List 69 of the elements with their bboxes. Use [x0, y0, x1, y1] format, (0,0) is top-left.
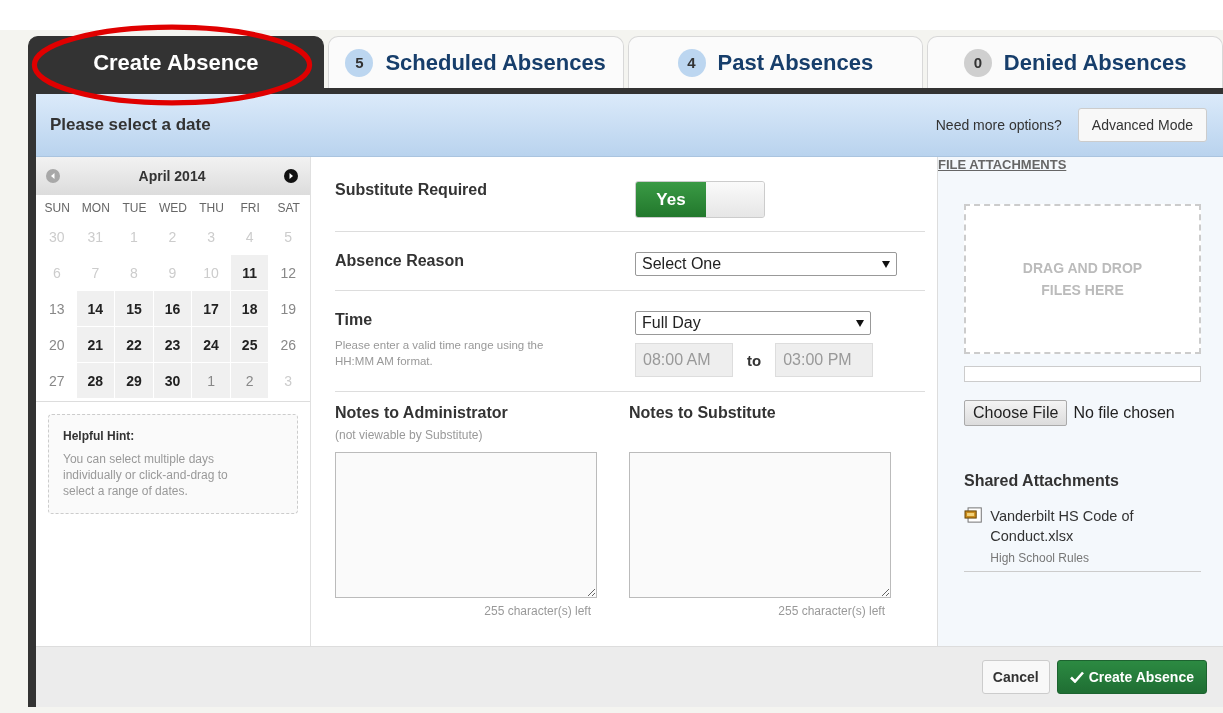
calendar-day[interactable]: 25 [230, 327, 269, 362]
calendar-day[interactable]: 17 [192, 291, 230, 326]
calendar-day[interactable]: 16 [153, 291, 192, 326]
calendar-day[interactable]: 22 [115, 327, 153, 362]
field-label: Substitute Required [335, 181, 488, 199]
next-month-icon[interactable] [284, 169, 298, 183]
time-dropdown[interactable]: Full Day [635, 311, 871, 335]
note-text: (not viewable by Substitute) [335, 428, 484, 444]
calendar-day[interactable]: 28 [76, 363, 115, 398]
section-title: FILE ATTACHMENTS [938, 157, 1068, 172]
calendar-day[interactable]: 11 [230, 255, 269, 290]
calendar-day[interactable]: 29 [115, 363, 153, 398]
choose-file-button[interactable]: Choose File [964, 400, 1068, 426]
calendar-day[interactable]: 15 [115, 291, 153, 326]
reason-dropdown[interactable]: Select One [635, 252, 897, 276]
separator-text: to [747, 351, 762, 369]
calendar-day[interactable]: 19 [269, 291, 307, 326]
field-label: Time [335, 311, 374, 329]
file-link[interactable]: Vanderbilt HS Code of Conduct.xlsx [990, 506, 1201, 546]
cancel-button[interactable]: Cancel [981, 660, 1050, 694]
calendar-day[interactable]: 27 [38, 363, 76, 398]
create-absence-button[interactable]: Create Absence [1056, 660, 1207, 694]
count-badge: 0 [963, 48, 992, 77]
weekday-label: TUE [121, 200, 148, 217]
advanced-mode-button[interactable]: Advanced Mode [1077, 108, 1207, 142]
calendar-day[interactable]: 21 [76, 327, 115, 362]
weekday-label: WED [158, 200, 188, 217]
check-icon [1069, 671, 1084, 683]
header-title: Please select a date [50, 115, 212, 135]
weekday-label: THU [198, 200, 225, 217]
spreadsheet-file-icon [964, 506, 983, 524]
count-badge: 4 [677, 48, 706, 77]
drop-text: DRAG AND DROP FILES HERE [1021, 259, 1144, 300]
hint-title: Helpful Hint: [63, 429, 136, 443]
character-counter: 255 character(s) left [777, 604, 886, 618]
weekday-label: MON [80, 200, 111, 217]
count-badge: 5 [345, 48, 374, 77]
help-text: Please enter a valid time range using the HH:MM AM format. [335, 338, 545, 369]
calendar-day[interactable]: 12 [269, 255, 307, 290]
month-title: April 2014 [137, 168, 207, 184]
tab[interactable]: 0 Denied Absences [927, 36, 1223, 88]
tab[interactable]: 4 Past Absences [627, 36, 924, 88]
section-title: Shared Attachments [964, 472, 1120, 490]
toggle-switch[interactable]: Yes [635, 181, 765, 218]
weekday-label: SAT [276, 200, 301, 217]
calendar-day[interactable]: 30 [153, 363, 192, 398]
field-label: Notes to Substitute [629, 404, 777, 422]
hint-text: You can select multiple days individually or click-and-drag to select a range of dates. [63, 451, 229, 499]
field-label: Notes to Administrator [335, 404, 509, 422]
calendar-day[interactable]: 1 [192, 363, 230, 398]
calendar-day[interactable]: 26 [269, 327, 307, 362]
character-counter: 255 character(s) left [483, 604, 592, 618]
calendar-day[interactable]: 2 [230, 363, 269, 398]
weekday-label: FRI [239, 200, 261, 217]
tab[interactable]: Create Absence [28, 36, 324, 88]
tab[interactable]: 5 Scheduled Absences [327, 36, 624, 88]
calendar-day[interactable]: 18 [230, 291, 269, 326]
prompt-text: Need more options? [935, 117, 1062, 133]
file-status: No file chosen [1073, 404, 1175, 422]
file-description: High School Rules [990, 551, 1090, 565]
calendar-day[interactable]: 24 [192, 327, 230, 362]
calendar-day[interactable]: 13 [38, 291, 76, 326]
notes-field[interactable] [335, 452, 597, 598]
notes-field[interactable] [629, 452, 891, 598]
calendar-day[interactable]: 23 [153, 327, 192, 362]
calendar-day[interactable]: 14 [76, 291, 115, 326]
calendar-day[interactable]: 20 [38, 327, 76, 362]
field-label: Absence Reason [335, 252, 465, 270]
weekday-label: SUN [43, 200, 71, 217]
